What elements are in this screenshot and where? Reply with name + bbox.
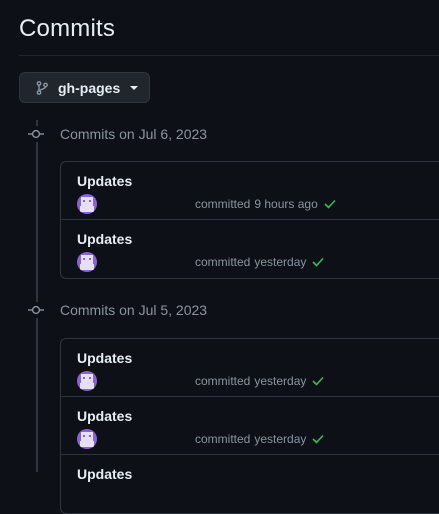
branch-name: gh-pages: [58, 79, 121, 96]
day-header: Commits on Jul 5, 2023: [28, 302, 207, 318]
commit-row[interactable]: Updates committed yesterday: [61, 397, 439, 455]
check-icon[interactable]: [312, 257, 324, 267]
commit-group: Updates committed yesterday Updates comm…: [60, 338, 439, 514]
avatar[interactable]: [77, 252, 97, 272]
commit-group: Updates committed 9 hours ago Updates co…: [60, 161, 439, 279]
git-commit-icon: [28, 126, 44, 142]
chevron-down-icon: [130, 85, 139, 90]
commit-time[interactable]: yesterday: [254, 432, 306, 446]
day-header: Commits on Jul 6, 2023: [28, 126, 207, 142]
avatar[interactable]: [77, 371, 97, 391]
commit-time[interactable]: yesterday: [254, 374, 306, 388]
commit-action: committed: [195, 255, 251, 269]
check-icon[interactable]: [312, 376, 324, 386]
page-title: Commits: [19, 15, 116, 42]
commit-meta: committed 9 hours ago: [77, 193, 336, 215]
commit-row[interactable]: Updates: [61, 455, 439, 513]
commit-time[interactable]: yesterday: [254, 255, 306, 269]
branch-select-button[interactable]: gh-pages: [19, 72, 150, 103]
commit-message[interactable]: Updates: [77, 173, 132, 189]
avatar[interactable]: [77, 194, 97, 214]
commit-row[interactable]: Updates committed 9 hours ago: [61, 162, 439, 220]
check-icon[interactable]: [324, 199, 336, 209]
commit-message[interactable]: Updates: [77, 408, 132, 424]
commit-timeline: [36, 120, 38, 472]
commit-action: committed: [195, 197, 251, 211]
commit-message[interactable]: Updates: [77, 466, 132, 482]
commit-action: committed: [195, 432, 251, 446]
commit-message[interactable]: Updates: [77, 231, 132, 247]
avatar[interactable]: [77, 429, 97, 449]
git-branch-icon: [36, 80, 50, 96]
commit-action: committed: [195, 374, 251, 388]
commit-message[interactable]: Updates: [77, 350, 132, 366]
day-header-label: Commits on Jul 6, 2023: [60, 126, 208, 142]
commit-meta: committed yesterday: [77, 428, 324, 450]
commit-row[interactable]: Updates committed yesterday: [61, 220, 439, 278]
commit-meta: committed yesterday: [77, 251, 324, 273]
day-header-label: Commits on Jul 5, 2023: [60, 302, 208, 318]
commit-row[interactable]: Updates committed yesterday: [61, 339, 439, 397]
title-divider: [19, 55, 439, 56]
git-commit-icon: [28, 302, 44, 318]
commit-meta: committed yesterday: [77, 370, 324, 392]
commit-time[interactable]: 9 hours ago: [254, 197, 317, 211]
check-icon[interactable]: [312, 434, 324, 444]
